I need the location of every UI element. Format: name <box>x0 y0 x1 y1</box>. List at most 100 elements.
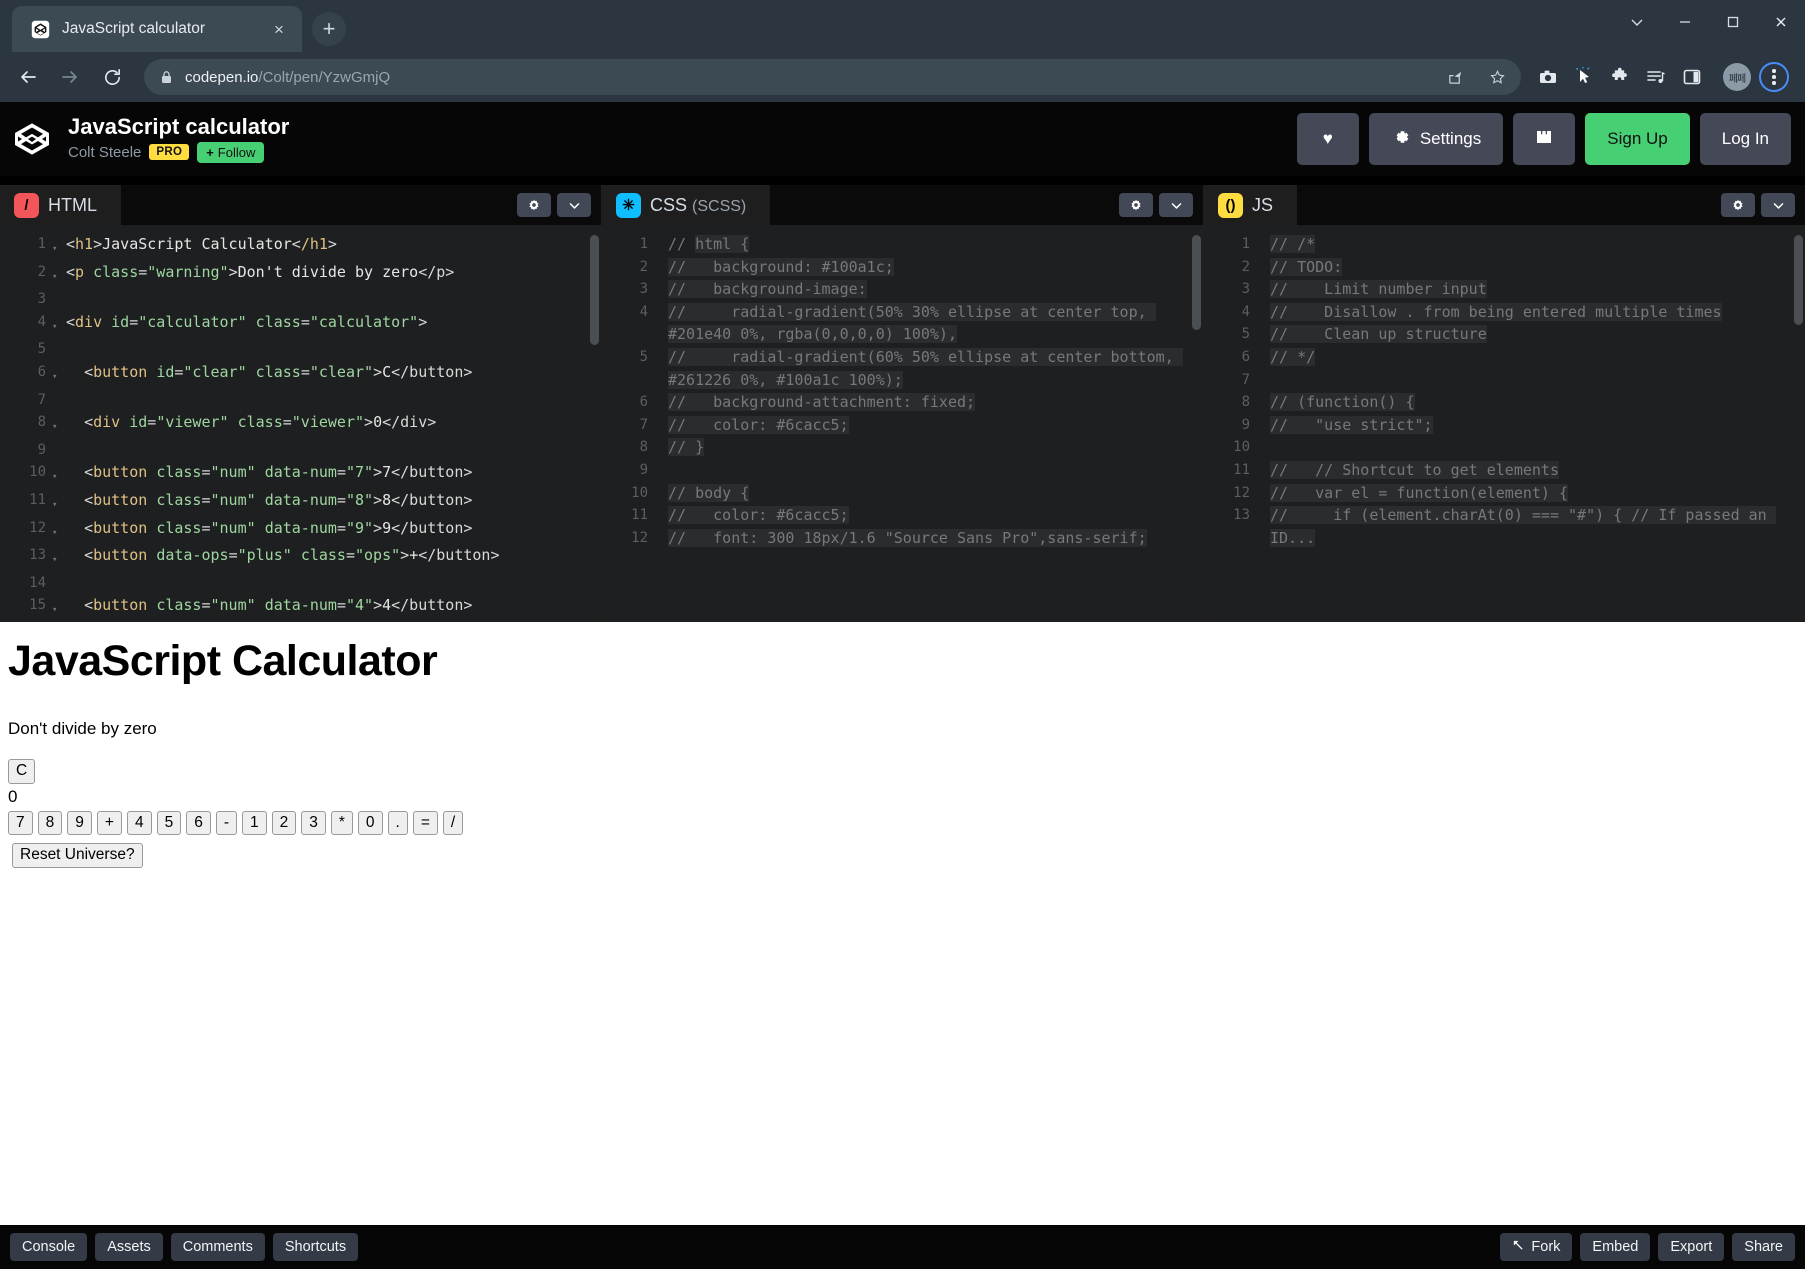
fold-arrow-icon[interactable] <box>1256 323 1270 328</box>
fold-arrow-icon[interactable] <box>654 482 668 487</box>
fold-arrow-icon[interactable]: ▾ <box>52 233 66 261</box>
calc-key[interactable]: 6 <box>186 810 211 836</box>
tab-css[interactable]: ✳ CSS (SCSS) <box>602 185 771 225</box>
fold-arrow-icon[interactable] <box>654 414 668 419</box>
back-icon[interactable] <box>8 57 48 97</box>
calc-key[interactable]: + <box>96 810 122 836</box>
calc-key[interactable]: 7 <box>8 810 33 836</box>
fold-arrow-icon[interactable] <box>1256 301 1270 306</box>
address-bar[interactable]: codepen.io/Colt/pen/YzwGmjQ <box>144 59 1521 95</box>
scrollbar-vertical[interactable] <box>1192 235 1201 330</box>
new-tab-button[interactable]: + <box>312 12 346 46</box>
fold-arrow-icon[interactable] <box>654 391 668 396</box>
fold-arrow-icon[interactable] <box>654 459 668 464</box>
chevron-down-icon[interactable] <box>1159 193 1193 217</box>
fold-arrow-icon[interactable] <box>1256 459 1270 464</box>
editor-html-body[interactable]: 1 ▾ <h1>JavaScript Calculator</h1> 2 ▾ <p cla… <box>0 225 601 622</box>
login-button[interactable]: Log In <box>1699 113 1791 165</box>
signup-button[interactable]: Sign Up <box>1585 113 1690 165</box>
calc-key[interactable]: 1 <box>241 810 267 836</box>
scrollbar-vertical[interactable] <box>1794 235 1803 325</box>
fold-arrow-icon[interactable]: ▾ <box>52 361 66 389</box>
codepen-logo-icon[interactable] <box>10 117 54 161</box>
pen-author[interactable]: Colt Steele <box>68 144 141 161</box>
calc-key[interactable]: 4 <box>126 810 152 836</box>
fold-arrow-icon[interactable] <box>654 436 668 441</box>
calc-key[interactable]: / <box>442 810 464 836</box>
fold-arrow-icon[interactable] <box>1256 436 1270 441</box>
fork-button[interactable]: Fork <box>1500 1233 1573 1261</box>
calc-key[interactable]: . <box>387 810 408 836</box>
chevron-down-icon[interactable] <box>1613 0 1661 44</box>
fold-arrow-icon[interactable] <box>1256 414 1270 419</box>
scrollbar-vertical[interactable] <box>590 235 599 345</box>
fold-arrow-icon[interactable] <box>1256 233 1270 238</box>
fold-arrow-icon[interactable] <box>1256 391 1270 396</box>
fold-arrow-icon[interactable]: ▾ <box>52 544 66 572</box>
fold-arrow-icon[interactable] <box>1256 346 1270 351</box>
change-view-button[interactable] <box>1513 113 1576 165</box>
forward-icon[interactable] <box>50 57 90 97</box>
fold-arrow-icon[interactable] <box>654 233 668 238</box>
embed-button[interactable]: Embed <box>1580 1233 1651 1261</box>
fold-arrow-icon[interactable]: ▾ <box>52 461 66 489</box>
chevron-down-icon[interactable] <box>557 193 591 217</box>
calc-key[interactable]: 0 <box>357 810 383 836</box>
gear-icon[interactable] <box>1721 193 1755 217</box>
avatar[interactable]: 페페 <box>1723 63 1751 91</box>
calc-key[interactable]: 2 <box>271 810 297 836</box>
fold-arrow-icon[interactable] <box>654 278 668 283</box>
calc-key[interactable]: = <box>412 810 438 836</box>
side-panel-icon[interactable] <box>1675 60 1709 94</box>
share-button[interactable]: Share <box>1732 1233 1795 1261</box>
console-button[interactable]: Console <box>10 1233 88 1261</box>
calc-key[interactable]: * <box>330 810 353 836</box>
bookmark-star-icon[interactable] <box>1481 61 1513 93</box>
camera-icon[interactable] <box>1531 60 1565 94</box>
tab-html[interactable]: / HTML <box>0 185 121 225</box>
fold-arrow-icon[interactable] <box>52 288 66 293</box>
calc-key[interactable]: 8 <box>37 810 63 836</box>
fold-arrow-icon[interactable]: ▾ <box>52 517 66 545</box>
calc-clear-button[interactable]: C <box>8 759 36 784</box>
editor-css-body[interactable]: 1 // html {2 // background: #100a1c; 3 // ba… <box>602 225 1203 622</box>
fold-arrow-icon[interactable] <box>654 346 668 351</box>
reload-icon[interactable] <box>92 57 132 97</box>
cursor-click-icon[interactable] <box>1567 60 1601 94</box>
close-icon[interactable]: × <box>266 16 292 42</box>
share-icon[interactable] <box>1439 61 1471 93</box>
tab-js[interactable]: () JS <box>1204 185 1298 225</box>
comments-button[interactable]: Comments <box>170 1233 265 1261</box>
fold-arrow-icon[interactable] <box>1256 256 1270 261</box>
puzzle-piece-icon[interactable] <box>1603 60 1637 94</box>
fold-arrow-icon[interactable] <box>1256 482 1270 487</box>
fold-arrow-icon[interactable]: ▾ <box>52 594 66 622</box>
editor-js-body[interactable]: 1 // /* 2 // TODO: 3 // Limit number input 4 //… <box>1204 225 1805 622</box>
media-list-icon[interactable] <box>1639 60 1673 94</box>
fold-arrow-icon[interactable] <box>52 439 66 444</box>
fold-arrow-icon[interactable] <box>654 504 668 509</box>
gear-icon[interactable] <box>1119 193 1153 217</box>
export-button[interactable]: Export <box>1658 1233 1725 1261</box>
minimize-icon[interactable] <box>1661 0 1709 44</box>
window-close-icon[interactable] <box>1757 0 1805 44</box>
calc-key[interactable]: 5 <box>156 810 182 836</box>
fold-arrow-icon[interactable]: ▾ <box>52 411 66 439</box>
fold-arrow-icon[interactable] <box>52 338 66 343</box>
shortcuts-button[interactable]: Shortcuts <box>272 1233 359 1261</box>
maximize-icon[interactable] <box>1709 0 1757 44</box>
love-button[interactable]: ♥ <box>1296 113 1359 165</box>
fold-arrow-icon[interactable] <box>1256 504 1270 509</box>
fold-arrow-icon[interactable] <box>52 389 66 394</box>
fold-arrow-icon[interactable] <box>1256 369 1270 374</box>
follow-button[interactable]: + Follow <box>197 141 265 163</box>
fold-arrow-icon[interactable]: ▾ <box>52 261 66 289</box>
assets-button[interactable]: Assets <box>95 1233 163 1261</box>
calc-key[interactable]: 9 <box>67 810 92 836</box>
fold-arrow-icon[interactable] <box>52 572 66 577</box>
reset-universe-button[interactable]: Reset Universe? <box>12 843 143 868</box>
settings-button[interactable]: Settings <box>1368 113 1504 165</box>
browser-menu-icon[interactable] <box>1759 62 1789 92</box>
fold-arrow-icon[interactable] <box>1256 278 1270 283</box>
calc-key[interactable]: - <box>215 810 237 836</box>
